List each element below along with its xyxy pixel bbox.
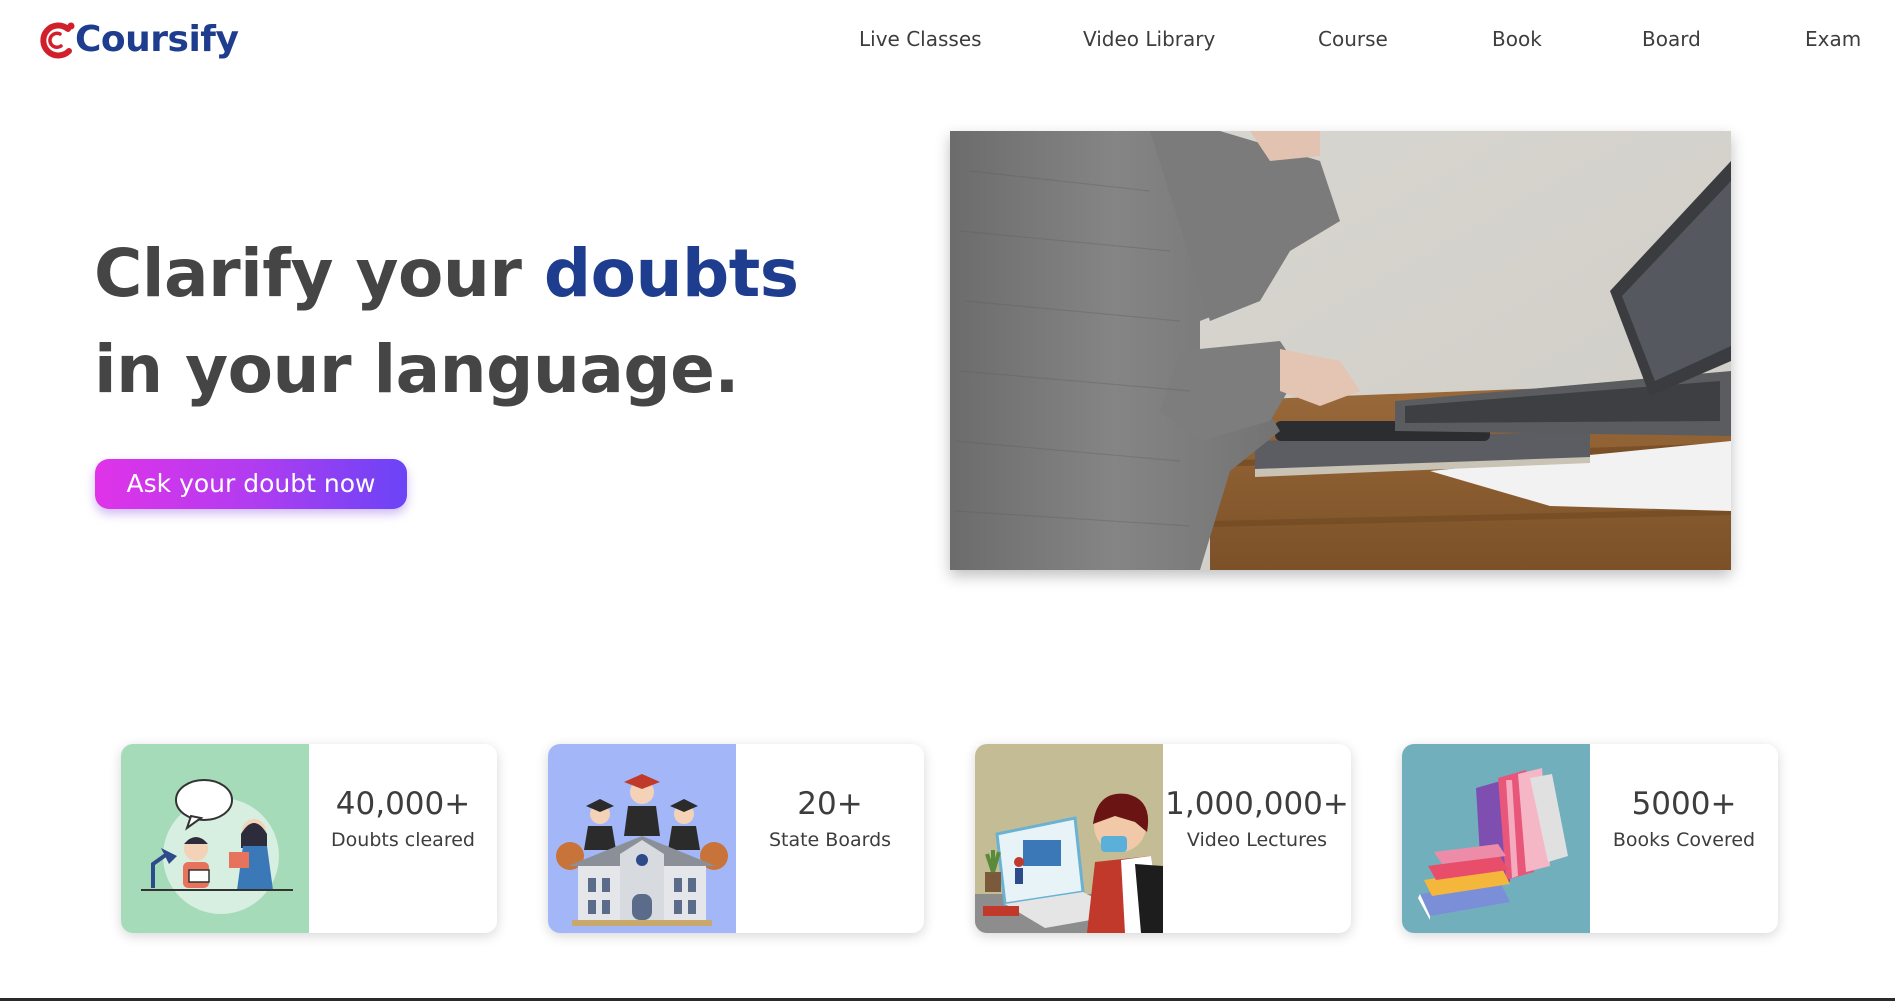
stat-value: 40,000+ (335, 786, 471, 822)
stat-body: 20+ State Boards (736, 744, 924, 933)
stat-value: 1,000,000+ (1165, 786, 1349, 822)
school-graduates-illustration (548, 744, 736, 933)
student-teacher-illustration (121, 744, 309, 933)
stat-card-books: 5000+ Books Covered (1402, 744, 1778, 933)
stat-label: State Boards (768, 829, 892, 851)
stat-card-boards: 20+ State Boards (548, 744, 924, 933)
ask-doubt-button[interactable]: Ask your doubt now (95, 459, 407, 509)
nav-item-course[interactable]: Course (1318, 24, 1388, 54)
stat-label: Books Covered (1612, 829, 1756, 851)
stat-card-videos: 1,000,000+ Video Lectures (975, 744, 1351, 933)
nav-item-video-library[interactable]: Video Library (1083, 24, 1215, 54)
headline-accent: doubts (543, 235, 799, 312)
nav-item-board[interactable]: Board (1642, 24, 1701, 54)
nav-item-exam[interactable]: Exam (1805, 24, 1861, 54)
stat-body: 1,000,000+ Video Lectures (1163, 744, 1351, 933)
books-stack-illustration (1402, 744, 1590, 933)
stat-value: 5000+ (1631, 786, 1737, 822)
nav-item-live-classes[interactable]: Live Classes (859, 24, 982, 54)
headline-text: Clarify your (94, 235, 544, 312)
hero-photo-student-laptop (950, 131, 1731, 570)
online-learner-illustration (975, 744, 1163, 933)
stat-body: 5000+ Books Covered (1590, 744, 1778, 933)
stat-card-doubts: 40,000+ Doubts cleared (121, 744, 497, 933)
headline-line-2: in your language. (94, 331, 739, 408)
stat-value: 20+ (797, 786, 863, 822)
main-nav: Live Classes Video Library Course Book B… (0, 24, 1895, 54)
stat-body: 40,000+ Doubts cleared (309, 744, 497, 933)
stat-label: Doubts cleared (331, 829, 475, 851)
nav-item-book[interactable]: Book (1492, 24, 1542, 54)
hero-headline: Clarify your doubts in your language. (94, 226, 799, 418)
stat-label: Video Lectures (1186, 829, 1328, 851)
